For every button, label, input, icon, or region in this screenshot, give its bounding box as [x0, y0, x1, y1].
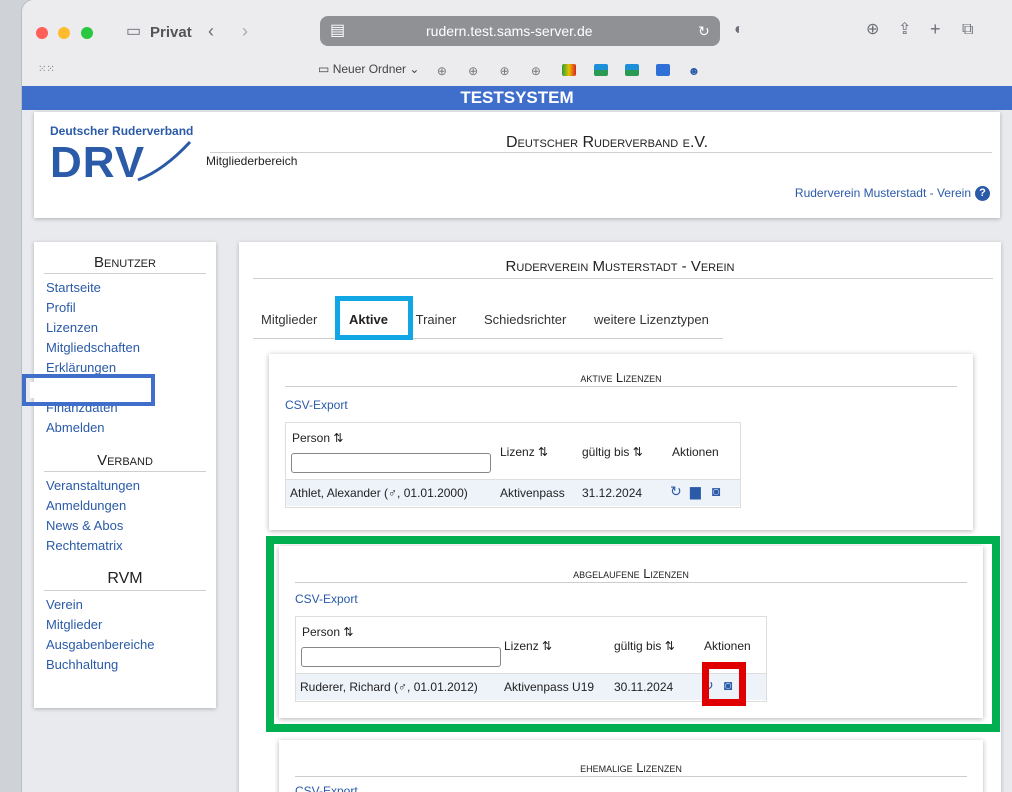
renew-icon[interactable]: ↻	[670, 483, 682, 500]
col-header-lizenz[interactable]: Lizenz ⇅	[500, 445, 548, 459]
robot-icon[interactable]: ☻	[688, 64, 702, 78]
sidebar-item-abmelden[interactable]: Abmelden	[46, 418, 216, 438]
browser-window: ▭ Privat ‹ › ▤ rudern.test.sams-server.d…	[22, 0, 1012, 792]
active-licenses-table: Person ⇅ Lizenz ⇅ gültig bis ⇅ Aktionen …	[285, 422, 741, 508]
tab-underline	[253, 338, 723, 339]
sidebar-item-anmeldungen[interactable]: Anmeldungen	[46, 496, 216, 516]
sidebar-item-buchhaltung[interactable]: Buchhaltung	[46, 655, 216, 675]
sidebar-item-mitgliedschaften[interactable]: Mitgliedschaften	[46, 338, 216, 358]
bookmark-folder[interactable]: Neuer Ordner	[333, 62, 406, 76]
globe-icon[interactable]: ⊕	[437, 64, 451, 78]
browser-toolbar: ▭ Privat ‹ › ▤ rudern.test.sams-server.d…	[22, 0, 1012, 87]
zoom-window-button[interactable]	[80, 27, 93, 39]
org-title: Deutscher Ruderverband e.V.	[505, 134, 709, 151]
sidebar-toggle-icon[interactable]: ▭	[126, 24, 141, 40]
table-row: Athlet, Alexander (♂, 01.01.2000) Aktive…	[286, 479, 740, 506]
tab-mitglieder[interactable]: Mitglieder	[261, 312, 317, 327]
logo-text-small: Deutscher Ruderverband	[50, 124, 194, 138]
close-window-button[interactable]	[36, 27, 48, 39]
sidebar-item-news-abos[interactable]: News & Abos	[46, 516, 216, 536]
test-system-banner: TESTSYSTEM	[22, 86, 1012, 110]
shield-icon[interactable]: ◐	[734, 22, 744, 38]
bookmark-icon[interactable]	[562, 63, 577, 76]
divider	[285, 386, 957, 387]
divider	[295, 776, 967, 777]
grid-icon[interactable]: ⁙⁙	[38, 62, 55, 78]
csv-export-link[interactable]: CSV-Export	[295, 784, 358, 792]
share-icon[interactable]: ⇪	[898, 22, 911, 38]
active-licenses-card: aktive Lizenzen CSV-Export Person ⇅ Lize…	[269, 354, 973, 530]
camera-icon[interactable]: ◙	[712, 483, 720, 499]
divider	[44, 471, 206, 472]
tab-trainer[interactable]: Trainer	[416, 312, 457, 327]
highlight-box-red	[702, 662, 746, 706]
divider	[44, 590, 206, 591]
highlight-box-green	[266, 536, 1000, 732]
person-search-input[interactable]	[291, 453, 491, 473]
divider	[253, 278, 993, 279]
former-licenses-card: ehemalige Lizenzen CSV-Export	[279, 740, 983, 792]
print-icon[interactable]: ▆	[690, 483, 701, 500]
logo-swoosh-icon	[137, 140, 192, 182]
new-tab-icon[interactable]: +	[930, 20, 941, 38]
cell-person: Athlet, Alexander (♂, 01.01.2000)	[290, 486, 468, 500]
sidebar-item-startseite[interactable]: Startseite	[46, 278, 216, 298]
sidebar-item-profil[interactable]: Profil	[46, 298, 216, 318]
highlight-box-blue	[22, 374, 155, 406]
csv-export-link[interactable]: CSV-Export	[285, 398, 348, 412]
divider	[210, 152, 992, 153]
area-label: Mitgliederbereich	[206, 154, 298, 168]
current-org-link[interactable]: Ruderverein Musterstadt - Verein	[795, 186, 971, 200]
download-icon[interactable]: ⊕	[866, 22, 879, 38]
sidebar-item-mitglieder[interactable]: Mitglieder	[46, 615, 216, 635]
card-title: aktive Lizenzen	[580, 370, 662, 385]
bookmarks-bar: ▭ Neuer Ordner ⌄ ⊕ ⊕ ⊕ ⊕ ☻	[318, 62, 702, 78]
sidebar-section-title: Verband	[97, 452, 153, 469]
col-header-person[interactable]: Person ⇅	[292, 431, 343, 445]
col-header-gueltig[interactable]: gültig bis ⇅	[582, 445, 643, 459]
divider	[44, 273, 206, 274]
sidebar-item-rechtematrix[interactable]: Rechtematrix	[46, 536, 216, 556]
card-title: ehemalige Lizenzen	[580, 760, 682, 775]
cell-gueltig: 31.12.2024	[582, 486, 643, 500]
folder-icon: ▭	[318, 62, 330, 76]
back-icon[interactable]: ‹	[208, 22, 214, 40]
checkmark-icon[interactable]	[656, 63, 671, 76]
sidebar-item-verein[interactable]: Verein	[46, 595, 216, 615]
sidebar-section-title: Benutzer	[94, 254, 156, 271]
chevron-down-icon: ⌄	[409, 62, 420, 76]
bookmark-icon[interactable]	[624, 63, 639, 76]
window-controls	[36, 26, 99, 44]
globe-icon[interactable]: ⊕	[468, 64, 482, 78]
highlight-fill	[30, 382, 147, 398]
tabs-overview-icon[interactable]: ⧉	[962, 22, 973, 38]
tab-bar: Mitglieder Aktive Trainer Schiedsrichter…	[261, 312, 733, 327]
sidebar: Benutzer Startseite Profil Lizenzen Mitg…	[34, 242, 216, 708]
help-icon[interactable]: ?	[975, 186, 990, 202]
tab-weitere-lizenztypen[interactable]: weitere Lizenztypen	[594, 312, 709, 327]
sidebar-item-ausgabenbereiche[interactable]: Ausgabenbereiche	[46, 635, 216, 655]
forward-icon[interactable]: ›	[242, 22, 248, 40]
minimize-window-button[interactable]	[58, 27, 71, 39]
bookmark-icon[interactable]	[593, 63, 608, 76]
sidebar-section-title: RVM	[107, 570, 143, 587]
globe-icon[interactable]: ⊕	[531, 64, 545, 78]
sidebar-item-veranstaltungen[interactable]: Veranstaltungen	[46, 476, 216, 496]
globe-icon[interactable]: ⊕	[500, 64, 514, 78]
page-title: Ruderverein Musterstadt - Verein	[505, 258, 735, 275]
sidebar-item-lizenzen[interactable]: Lizenzen	[46, 318, 216, 338]
col-header-aktionen: Aktionen	[672, 445, 719, 459]
reload-icon[interactable]: ↻	[698, 23, 710, 39]
private-label: Privat	[150, 24, 192, 41]
highlight-box-cyan	[335, 296, 413, 340]
address-bar[interactable]: ▤ rudern.test.sams-server.de ↻	[320, 16, 720, 46]
cell-lizenz: Aktivenpass	[500, 486, 565, 500]
site-header: Deutscher Ruderverband DRV Deutscher Rud…	[34, 112, 1000, 218]
tab-schiedsrichter[interactable]: Schiedsrichter	[484, 312, 566, 327]
address-text: rudern.test.sams-server.de	[426, 23, 593, 39]
page-menu-icon[interactable]: ▤	[330, 23, 345, 39]
current-org[interactable]: Ruderverein Musterstadt - Verein?	[795, 186, 990, 202]
logo-drv[interactable]: DRV	[50, 138, 145, 188]
